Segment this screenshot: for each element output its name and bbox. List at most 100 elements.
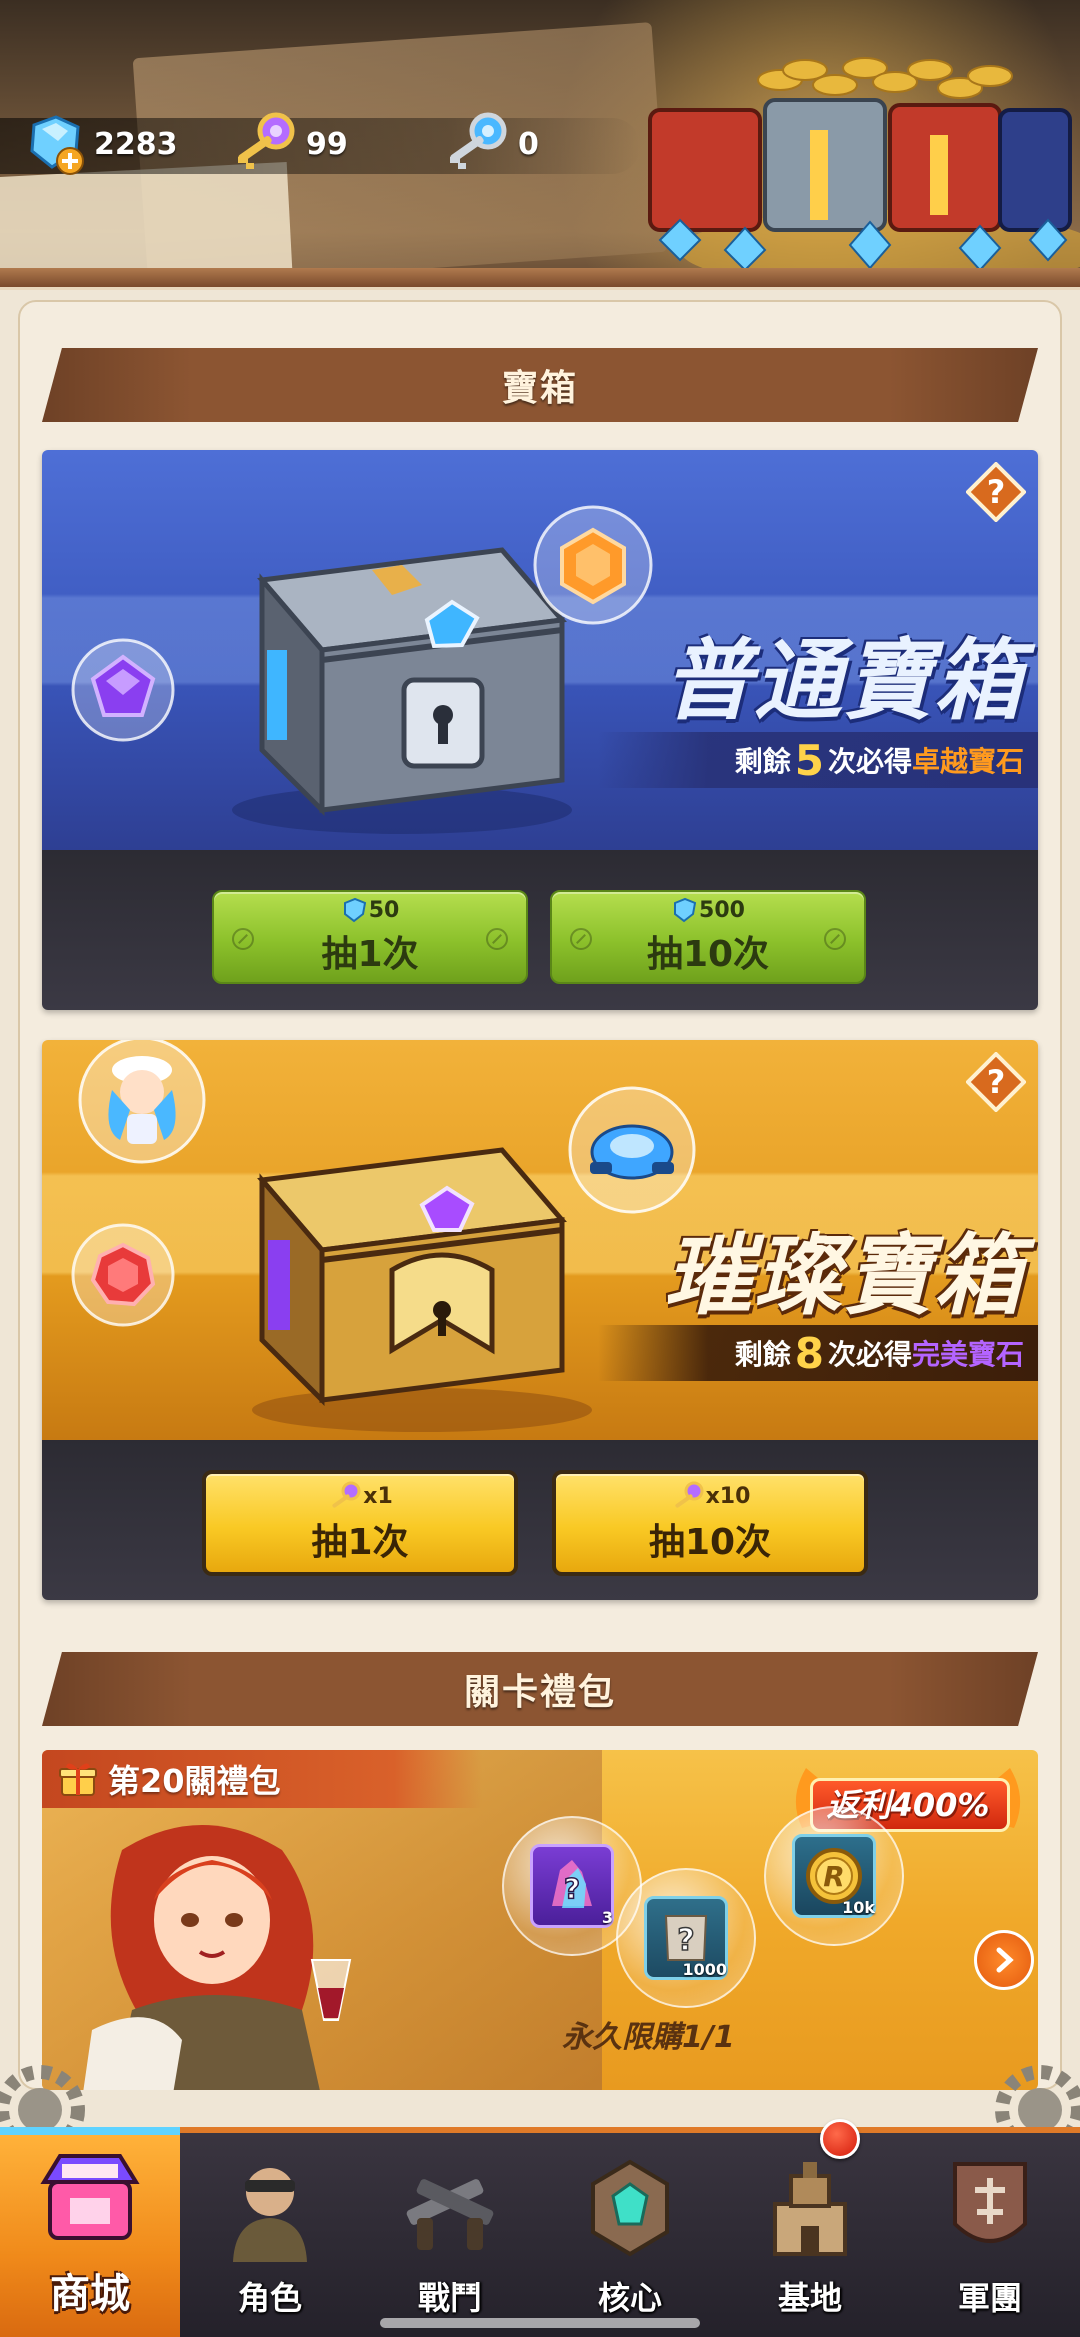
base-icon: [773, 2162, 847, 2256]
nav-legion[interactable]: 軍團: [900, 2133, 1080, 2337]
chests-title-text: 寶箱: [501, 368, 578, 409]
reward-qty: 1000: [682, 1960, 727, 1979]
mystery-scroll-icon: ?: [664, 1915, 708, 1961]
character-portrait-illustration: [83, 1825, 352, 2090]
blue-key-icon: [450, 112, 507, 169]
character-icon: [233, 2168, 307, 2262]
svg-text:?: ?: [987, 473, 1006, 511]
nav-core[interactable]: 核心: [540, 2133, 720, 2337]
gold-chest-name: 璀璨寶箱: [663, 1223, 1024, 1327]
gold-draw-1-button[interactable]: x1 抽1次: [202, 1470, 518, 1576]
bottom-navigation: 商城 角色 戰鬥 核心 基地 軍團: [0, 2119, 1080, 2337]
gold-chest-help-button[interactable]: ?: [966, 1052, 1026, 1112]
next-pack-button[interactable]: [974, 1930, 1034, 1990]
normal-chest-button-tray: [42, 850, 1038, 1010]
svg-text:?: ?: [677, 1923, 694, 1958]
shop-icon: [40, 2154, 140, 2240]
top-banner: 2283 99 0: [0, 0, 1080, 290]
gear-decoration-icon: [995, 2065, 1080, 2140]
reward-item[interactable]: ? 1000: [616, 1868, 756, 2008]
orange-gem-bubble-icon: [533, 505, 653, 625]
normal-chest-help-button[interactable]: ?: [966, 462, 1026, 522]
diamond-icon: [343, 897, 366, 923]
stage-pack-section-title: 關卡禮包: [42, 1652, 1038, 1726]
chests-section-title: 寶箱: [42, 348, 1038, 422]
question-mark-icon: ?: [966, 1052, 1026, 1112]
nav-character[interactable]: 角色: [180, 2133, 360, 2337]
nav-legion-label: 軍團: [957, 2279, 1022, 2317]
purple-key-icon: [675, 1481, 704, 1508]
pity-prefix: 剩餘: [734, 745, 791, 778]
pity-mid: 次必得: [827, 745, 912, 778]
pity-count: 8: [794, 1328, 824, 1378]
purple-key-icon: [238, 112, 295, 169]
svg-text:?: ?: [564, 1872, 580, 1905]
nav-base[interactable]: 基地: [720, 2119, 900, 2337]
nav-shop[interactable]: 商城: [0, 2127, 180, 2337]
purple-key-count: 99: [306, 126, 348, 162]
mecha-pet-bubble-icon: [568, 1086, 696, 1214]
stage-pack-header: 第20關禮包: [42, 1750, 482, 1808]
nav-shop-label: 商城: [50, 2271, 130, 2317]
reward-qty: 3: [601, 1908, 613, 1927]
purple-key-currency: 99: [228, 108, 348, 180]
blue-key-currency: 0: [440, 108, 539, 180]
nav-base-label: 基地: [777, 2279, 842, 2317]
stage-gift-pack-card[interactable]: 第20關禮包 返利400% ? 3 ? 1000 R 10k 永久限購1/1: [42, 1750, 1038, 2090]
epic-gem-bubble-icon: [71, 638, 175, 742]
reward-qty: 10k: [842, 1898, 875, 1917]
gold-chest-button-tray: [42, 1440, 1038, 1600]
gold-draw-10-cost: x10: [670, 1481, 750, 1511]
treasure-pile-illustration: [648, 57, 1080, 280]
normal-chest-name: 普通寶箱: [663, 628, 1024, 732]
diamond-count: 2283: [94, 126, 178, 162]
chevron-right-icon: [996, 1947, 1014, 1973]
pity-prefix: 剩餘: [734, 1338, 791, 1371]
gold-draw-1-cost: x1: [327, 1481, 393, 1511]
hero-chibi-bubble-icon: [78, 1040, 206, 1164]
normal-chest-pity-bar: 剩餘 5 次必得 卓越寶石: [598, 732, 1038, 788]
svg-text:R: R: [823, 1860, 845, 1893]
nav-core-label: 核心: [597, 2279, 662, 2317]
gold-draw-1-label: 抽1次: [311, 1522, 409, 1563]
mystery-crystal-icon: ?: [552, 1860, 592, 1908]
battle-icon: [406, 2179, 494, 2250]
svg-text:?: ?: [987, 1063, 1006, 1101]
normal-draw-1-cost: 50: [341, 897, 399, 923]
gold-draw-10-button[interactable]: x10 抽10次: [552, 1470, 868, 1576]
banner-rail: [0, 268, 1080, 290]
gold-chest-card: ? 璀璨寶箱 剩餘 8 次必得 完美寶石 x1 抽1次 x10 抽10次: [42, 1040, 1038, 1600]
normal-draw-1-button[interactable]: 50 抽1次: [212, 890, 528, 984]
normal-draw-10-cost: 500: [671, 897, 745, 923]
diamond-currency[interactable]: 2283: [22, 108, 178, 180]
normal-draw-10-label: 抽10次: [646, 934, 770, 975]
stage-pack-title-text: 關卡禮包: [463, 1672, 616, 1713]
nav-battle[interactable]: 戰鬥: [360, 2133, 540, 2337]
gift-box-icon: [59, 1763, 97, 1796]
notification-badge: [820, 2119, 860, 2159]
gear-decoration-icon: [0, 2065, 85, 2140]
nav-character-label: 角色: [237, 2279, 302, 2317]
normal-draw-1-label: 抽1次: [321, 934, 419, 975]
reward-item[interactable]: R 10k: [764, 1806, 904, 1946]
purple-key-icon: [332, 1481, 361, 1508]
purchase-limit-text: 永久限購1/1: [562, 2020, 735, 2055]
core-icon: [591, 2159, 669, 2257]
normal-chest-art: ? 普通寶箱 剩餘 5 次必得 卓越寶石: [42, 450, 1038, 850]
diamond-icon: [30, 115, 84, 175]
normal-draw-10-button[interactable]: 500 抽10次: [550, 890, 866, 984]
gold-draw-10-label: 抽10次: [648, 1522, 772, 1563]
pity-reward: 完美寶石: [911, 1338, 1024, 1371]
gold-chest-pity-bar: 剩餘 8 次必得 完美寶石: [598, 1325, 1038, 1381]
diamond-icon: [674, 897, 697, 923]
gold-chest-art: ? 璀璨寶箱 剩餘 8 次必得 完美寶石: [42, 1040, 1038, 1440]
legion-icon: [953, 2162, 1027, 2243]
normal-chest-card: ? 普通寶箱 剩餘 5 次必得 卓越寶石 50 抽1次 500 抽10次: [42, 450, 1038, 1010]
blue-key-count: 0: [518, 126, 539, 162]
question-mark-icon: ?: [966, 462, 1026, 522]
red-gem-bubble-icon: [71, 1223, 175, 1327]
pity-count: 5: [794, 735, 824, 785]
stage-pack-name: 第20關禮包: [108, 1762, 281, 1800]
home-indicator: [380, 2318, 700, 2328]
pity-reward: 卓越寶石: [911, 745, 1024, 778]
